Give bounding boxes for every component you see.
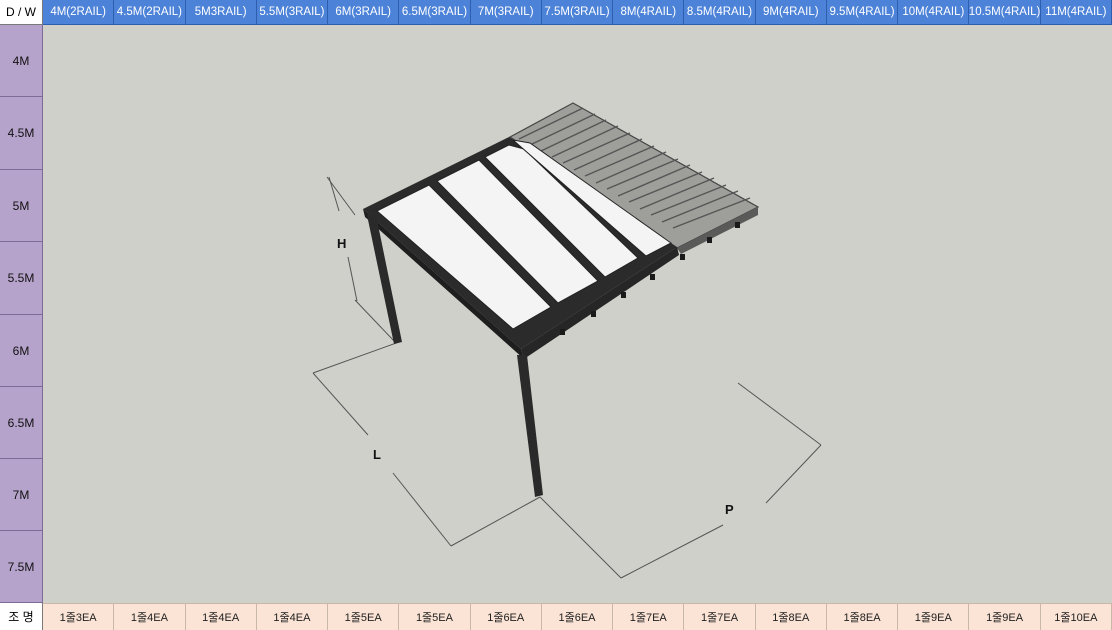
lighting-cell[interactable]: 1줄3EA [43,603,115,630]
lighting-cell[interactable]: 1줄9EA [969,603,1041,630]
front-post [517,355,543,497]
lighting-cell[interactable]: 1줄7EA [613,603,685,630]
width-header-cell[interactable]: 5.5M(3RAIL) [256,0,329,25]
pergola-drawing-area[interactable]: H L P [43,25,1112,603]
width-header-row: 4M(2RAIL) 4.5M(2RAIL) 5M3RAIL) 5.5M(3RAI… [43,0,1112,25]
length-dimension-line [312,341,541,547]
lighting-cell[interactable]: 1줄10EA [1040,603,1112,630]
width-header-cell[interactable]: 11M(4RAIL) [1040,0,1112,25]
length-dimension-label: L [373,447,381,462]
lighting-cell[interactable]: 1줄9EA [898,603,970,630]
lighting-cell[interactable]: 1줄6EA [541,603,614,630]
width-header-cell[interactable]: 5M3RAIL) [185,0,257,25]
depth-header-cell[interactable]: 4.5M [0,97,43,170]
lighting-cell[interactable]: 1줄8EA [755,603,827,630]
depth-header-cell[interactable]: 6M [0,315,43,387]
depth-header-column: 4M 4.5M 5M 5.5M 6M 6.5M 7M 7.5M [0,25,43,603]
depth-header-cell[interactable]: 7M [0,459,43,531]
height-dimension-label: H [337,236,346,251]
lighting-cell[interactable]: 1줄5EA [328,603,400,630]
lighting-cell[interactable]: 1줄5EA [399,603,471,630]
width-header-cell[interactable]: 10M(4RAIL) [898,0,970,25]
lighting-row: 1줄3EA 1줄4EA 1줄4EA 1줄4EA 1줄5EA 1줄5EA 1줄6E… [43,603,1112,630]
lighting-cell[interactable]: 1줄8EA [826,603,899,630]
depth-header-cell[interactable]: 6.5M [0,387,43,459]
width-header-cell[interactable]: 4.5M(2RAIL) [114,0,186,25]
width-header-cell[interactable]: 6M(3RAIL) [328,0,400,25]
depth-header-cell[interactable]: 7.5M [0,531,43,603]
lighting-cell[interactable]: 1줄4EA [185,603,257,630]
width-header-cell[interactable]: 10.5M(4RAIL) [969,0,1041,25]
projection-dimension-label: P [725,502,734,517]
lighting-cell[interactable]: 1줄4EA [114,603,186,630]
width-header-cell[interactable]: 9.5M(4RAIL) [826,0,899,25]
projection-dimension-line [539,382,822,579]
lighting-cell[interactable]: 1줄6EA [470,603,542,630]
depth-header-cell[interactable]: 4M [0,25,43,97]
depth-header-cell[interactable]: 5M [0,170,43,242]
pergola-3d-drawing: H L P [312,102,822,579]
width-header-cell[interactable]: 4M(2RAIL) [43,0,115,25]
lighting-label: 조 명 [0,603,43,630]
width-header-cell[interactable]: 7.5M(3RAIL) [541,0,614,25]
width-header-cell[interactable]: 7M(3RAIL) [470,0,542,25]
width-header-cell[interactable]: 6.5M(3RAIL) [399,0,471,25]
width-header-cell[interactable]: 9M(4RAIL) [755,0,827,25]
width-header-cell[interactable]: 8M(4RAIL) [613,0,685,25]
lighting-cell[interactable]: 1줄7EA [684,603,756,630]
lighting-cell[interactable]: 1줄4EA [256,603,329,630]
depth-header-cell[interactable]: 5.5M [0,242,43,315]
corner-label: D / W [0,0,43,25]
width-header-cell[interactable]: 8.5M(4RAIL) [684,0,756,25]
